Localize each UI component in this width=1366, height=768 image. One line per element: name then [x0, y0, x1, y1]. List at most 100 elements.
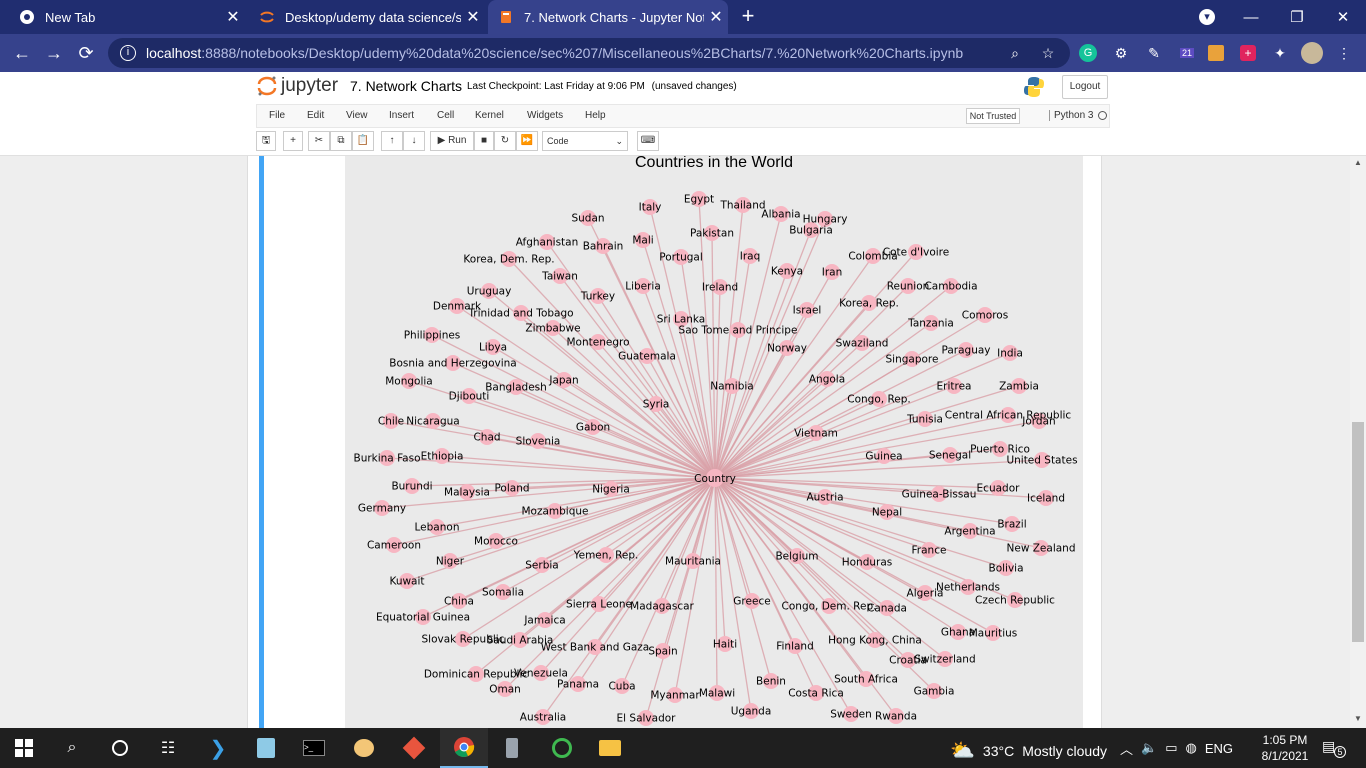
git-icon[interactable] — [390, 728, 438, 768]
add-cell-icon[interactable]: + — [283, 131, 303, 151]
scrollbar-thumb[interactable] — [1352, 422, 1364, 642]
node-label: Cameroon — [367, 540, 421, 552]
node-label: Sierra Leone — [566, 599, 632, 611]
node-label: Germany — [358, 503, 406, 515]
node-label: Turkey — [580, 291, 615, 303]
scroll-down-icon[interactable]: ▼ — [1350, 714, 1366, 723]
save-icon[interactable]: 🖫 — [256, 131, 276, 151]
clock[interactable]: 1:05 PM 8/1/2021 — [1252, 732, 1318, 764]
reload-icon[interactable]: ⟳ — [75, 42, 97, 64]
jupyter-logo-icon — [256, 75, 278, 97]
node-label: Nepal — [872, 507, 902, 519]
network-edge — [452, 362, 716, 479]
close-icon[interactable]: ✕ — [704, 7, 728, 27]
terminal-icon[interactable]: >_ — [290, 728, 338, 768]
new-tab-button[interactable]: + — [736, 4, 760, 28]
grammarly-icon[interactable]: G — [1077, 42, 1099, 64]
bookmark-star-icon[interactable]: ☆ — [1037, 42, 1059, 64]
menu-edit[interactable]: Edit — [307, 110, 324, 121]
menu-file[interactable]: File — [269, 110, 285, 121]
node-label: India — [997, 348, 1023, 360]
restore-button[interactable]: ❐ — [1274, 0, 1320, 34]
node-label: Burkina Faso — [353, 453, 420, 465]
usb-icon[interactable] — [488, 728, 536, 768]
notepad-icon[interactable] — [242, 728, 290, 768]
cell-type-select[interactable]: Code ⌄ — [542, 131, 628, 151]
clock-date: 8/1/2021 — [1261, 749, 1309, 763]
jupyter-wordmark: jupyter — [281, 75, 339, 96]
file-explorer-icon[interactable] — [586, 728, 634, 768]
move-up-icon[interactable]: ↑ — [381, 131, 403, 151]
extension-gear-icon[interactable]: ⚙ — [1110, 42, 1132, 64]
checkpoint-status: Last Checkpoint: Last Friday at 9:06 PM … — [467, 81, 737, 92]
node-label: Ireland — [702, 282, 738, 294]
avatar[interactable] — [1301, 42, 1323, 64]
tab-desktop-folder[interactable]: Desktop/udemy data science/sec ✕ — [240, 0, 485, 34]
chrome-icon[interactable] — [440, 728, 488, 768]
battery-icon[interactable]: ▭ — [1165, 740, 1177, 756]
language-indicator[interactable]: ENG — [1205, 741, 1233, 756]
puzzle-icon[interactable]: ✦ — [1269, 42, 1291, 64]
node-label: New Zealand — [1007, 543, 1076, 555]
not-trusted-button[interactable]: Not Trusted — [966, 108, 1020, 124]
jupyter-logo[interactable]: jupyter — [256, 75, 338, 97]
node-label: Somalia — [482, 587, 524, 599]
keyboard-icon[interactable]: ⌨ — [637, 131, 659, 151]
forward-icon[interactable]: → — [43, 42, 65, 64]
page-scrollbar[interactable]: ▲ ▼ — [1350, 156, 1366, 728]
tab-new-tab[interactable]: New Tab ✕ — [0, 0, 245, 34]
minimize-button[interactable]: — — [1228, 0, 1274, 34]
cortana-icon[interactable] — [96, 728, 144, 768]
menu-insert[interactable]: Insert — [389, 110, 414, 121]
copy-icon[interactable]: ⧉ — [330, 131, 352, 151]
volume-icon[interactable]: 🔈 — [1141, 740, 1157, 756]
menu-view[interactable]: View — [346, 110, 368, 121]
scroll-up-icon[interactable]: ▲ — [1350, 158, 1366, 167]
tab-network-charts[interactable]: 7. Network Charts - Jupyter Note ✕ — [488, 0, 728, 34]
node-label: Singapore — [886, 354, 939, 366]
kebab-menu-icon[interactable]: ⋮ — [1333, 42, 1355, 64]
stop-icon[interactable]: ■ — [474, 131, 494, 151]
paint-icon[interactable] — [340, 728, 388, 768]
zoom-icon[interactable]: ⌕ — [1004, 42, 1026, 64]
tray-chevron-up-icon[interactable]: ︿ — [1120, 739, 1133, 758]
screenshot-icon[interactable] — [1205, 42, 1227, 64]
menu-kernel[interactable]: Kernel — [475, 110, 504, 121]
start-icon[interactable] — [0, 728, 48, 768]
task-view-icon[interactable]: ☷ — [144, 728, 192, 768]
plus-square-icon[interactable]: + — [1237, 42, 1259, 64]
globe-icon[interactable]: ◍ — [1186, 740, 1197, 756]
restart-icon[interactable]: ↻ — [494, 131, 516, 151]
node-label: Korea, Dem. Rep. — [463, 254, 554, 266]
menu-cell[interactable]: Cell — [437, 110, 454, 121]
close-window-button[interactable]: ✕ — [1320, 0, 1366, 34]
logout-button[interactable]: Logout — [1062, 75, 1108, 99]
notifications-icon[interactable]: ▤ 5 — [1322, 738, 1346, 758]
weather-widget[interactable]: ⛅ 33°C Mostly cloudy — [950, 738, 1107, 763]
node-label: Australia — [520, 712, 566, 724]
close-icon[interactable]: ✕ — [461, 7, 485, 27]
move-down-icon[interactable]: ↓ — [403, 131, 425, 151]
menu-widgets[interactable]: Widgets — [527, 110, 563, 121]
run-button[interactable]: ▶ Run — [430, 131, 474, 151]
cut-icon[interactable]: ✂ — [308, 131, 330, 151]
notebook-title[interactable]: 7. Network Charts — [350, 78, 462, 94]
vscode-icon[interactable]: ❯ — [194, 728, 242, 768]
refresh-app-icon[interactable] — [538, 728, 586, 768]
back-icon[interactable]: ← — [11, 42, 33, 64]
pen-icon[interactable]: ✎ — [1143, 42, 1165, 64]
fast-forward-icon[interactable]: ⏩ — [516, 131, 538, 151]
clock-time: 1:05 PM — [1262, 733, 1308, 747]
node-label: Jordan — [1021, 416, 1055, 428]
address-bar[interactable]: i localhost:8888/notebooks/Desktop/udemy… — [108, 38, 1070, 68]
site-info-icon[interactable]: i — [120, 45, 136, 61]
chevron-down-icon: ⌄ — [615, 136, 623, 146]
node-label: Syria — [643, 399, 670, 411]
menu-help[interactable]: Help — [585, 110, 606, 121]
run-icon: ▶ — [437, 135, 446, 146]
extension-badge-icon[interactable]: 21 — [1176, 42, 1198, 64]
profile-menu-icon[interactable]: ▾ — [1184, 0, 1230, 34]
paste-icon[interactable]: 📋 — [352, 131, 374, 151]
cloud-sun-icon: ⛅ — [950, 740, 975, 762]
search-icon[interactable]: ⌕ — [48, 728, 96, 768]
